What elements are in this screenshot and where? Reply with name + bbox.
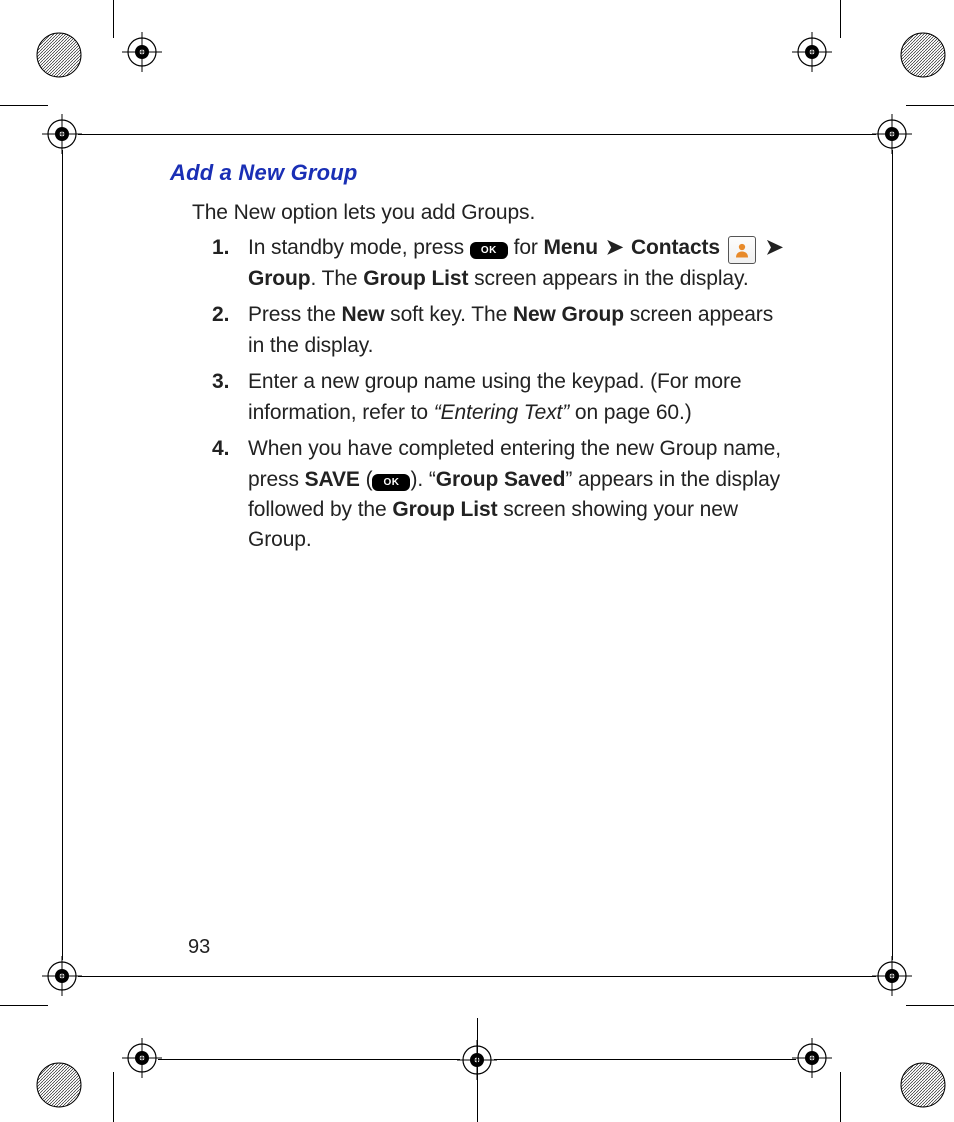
print-reg-mark: [42, 114, 82, 154]
print-mark-sun-bl: [34, 1060, 84, 1110]
section-heading: Add a New Group: [170, 160, 790, 186]
group-list-label: Group List: [392, 498, 497, 521]
crop-line: [477, 1018, 478, 1122]
print-mark-sun-br: [898, 1060, 948, 1110]
crop-line: [62, 150, 63, 600]
text: screen appears in the display.: [468, 267, 748, 290]
step-3: Enter a new group name using the keypad.…: [192, 367, 790, 428]
new-softkey-label: New: [342, 303, 385, 326]
page-number: 93: [188, 936, 210, 959]
page-content: Add a New Group The New option lets you …: [170, 160, 790, 562]
text: . The: [311, 267, 364, 290]
group-list-label: Group List: [363, 267, 468, 290]
new-group-label: New Group: [513, 303, 624, 326]
save-label: SAVE: [305, 468, 360, 491]
crop-line: [158, 1059, 460, 1060]
crop-line: [0, 105, 48, 106]
print-reg-mark: [792, 32, 832, 72]
entering-text-ref: “Entering Text”: [434, 401, 569, 424]
steps-list: In standby mode, press OK for Menu ➤ Con…: [192, 233, 790, 556]
step-2: Press the New soft key. The New Group sc…: [192, 300, 790, 361]
crop-line: [78, 134, 876, 135]
print-mark-sun-tr: [898, 30, 948, 80]
crop-line: [494, 1059, 796, 1060]
crop-line: [840, 1072, 841, 1122]
print-reg-mark: [122, 32, 162, 72]
crop-line: [840, 0, 841, 38]
print-reg-mark: [122, 1038, 162, 1078]
manual-page: Add a New Group The New option lets you …: [0, 0, 954, 1122]
crop-line: [113, 0, 114, 38]
group-label: Group: [248, 267, 311, 290]
menu-label: Menu: [544, 236, 598, 259]
text: (: [360, 468, 373, 491]
step-4: When you have completed entering the new…: [192, 434, 790, 556]
group-saved-label: Group Saved: [436, 468, 566, 491]
crop-line: [0, 1005, 48, 1006]
contacts-icon: [728, 236, 756, 264]
step-1: In standby mode, press OK for Menu ➤ Con…: [192, 233, 790, 294]
text: ). “: [410, 468, 435, 491]
crop-line: [62, 600, 63, 960]
print-reg-mark: [872, 114, 912, 154]
intro-text: The New option lets you add Groups.: [192, 200, 790, 227]
text: for: [514, 236, 544, 259]
print-mark-sun-tl: [34, 30, 84, 80]
crop-line: [78, 976, 876, 977]
ok-key-icon: OK: [372, 474, 410, 491]
arrow-icon: ➤: [604, 236, 626, 259]
text: soft key. The: [384, 303, 512, 326]
crop-line: [906, 1005, 954, 1006]
contacts-label: Contacts: [631, 236, 720, 259]
crop-line: [906, 105, 954, 106]
text: In standby mode, press: [248, 236, 470, 259]
ok-key-icon: OK: [470, 242, 508, 259]
crop-line: [892, 150, 893, 600]
text: on page 60.): [569, 401, 691, 424]
crop-line: [113, 1072, 114, 1122]
crop-line: [892, 600, 893, 960]
print-reg-mark: [872, 956, 912, 996]
text: Press the: [248, 303, 342, 326]
print-reg-mark: [42, 956, 82, 996]
arrow-icon: ➤: [764, 236, 786, 259]
print-reg-mark: [792, 1038, 832, 1078]
